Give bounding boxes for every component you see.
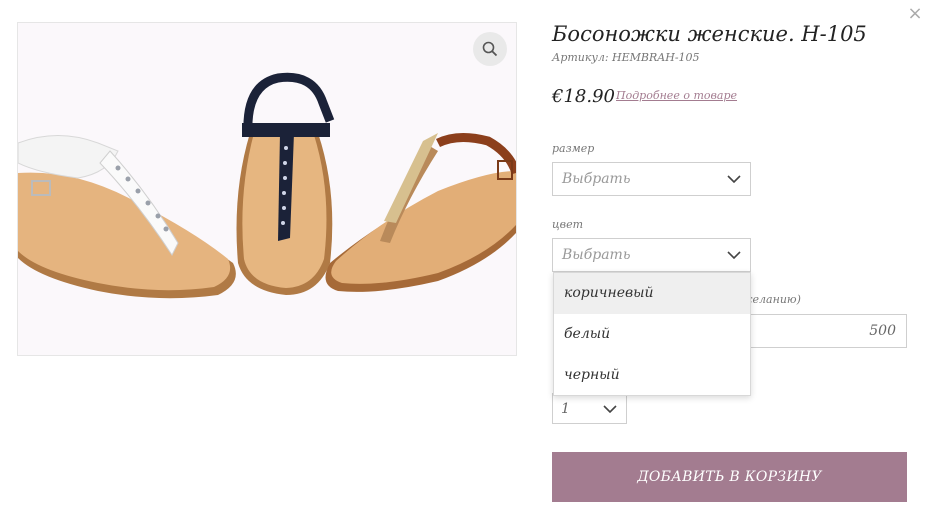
color-select[interactable]: Выбрать [552, 238, 751, 272]
color-option-brown[interactable]: коричневый [554, 273, 750, 314]
size-select[interactable]: Выбрать [552, 162, 751, 196]
chevron-down-icon [727, 175, 741, 183]
color-dropdown-menu: коричневый белый черный [553, 272, 751, 396]
product-price: €18.90 [552, 86, 615, 107]
chevron-down-icon [727, 251, 741, 259]
color-option-black[interactable]: черный [554, 355, 750, 396]
product-image [17, 22, 517, 356]
close-icon[interactable]: × [905, 4, 925, 24]
add-to-cart-button[interactable]: ДОБАВИТЬ В КОРЗИНУ [552, 452, 907, 502]
size-select-value: Выбрать [562, 171, 631, 187]
size-label: размер [552, 142, 595, 155]
product-title: Босоножки женские. H-105 [552, 22, 867, 46]
color-option-white[interactable]: белый [554, 314, 750, 355]
sandals-image [18, 23, 516, 355]
product-details-link[interactable]: Подробнее о товаре [616, 89, 737, 102]
color-select-value: Выбрать [562, 247, 631, 263]
amount-input[interactable] [742, 314, 907, 348]
quantity-value: 1 [561, 400, 570, 417]
search-icon [482, 41, 498, 57]
color-label: цвет [552, 218, 584, 231]
product-sku: Артикул: HEMBRAH-105 [552, 51, 700, 64]
quantity-select[interactable]: 1 [552, 393, 627, 424]
zoom-button[interactable] [473, 32, 507, 66]
chevron-down-icon [603, 404, 617, 413]
